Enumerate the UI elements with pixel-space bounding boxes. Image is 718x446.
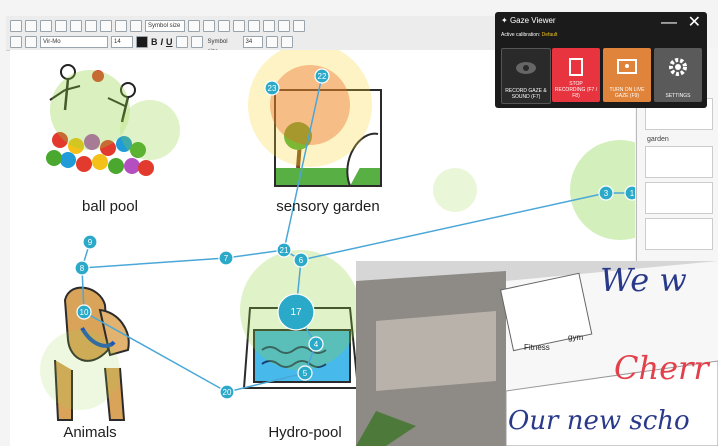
open-folder-icon[interactable] (25, 20, 37, 32)
gaze-fixation-marker: 23 (264, 80, 280, 96)
gaze-fixation-number: 4 (314, 340, 319, 349)
print-icon[interactable] (55, 20, 67, 32)
gaze-fixation-marker: 7 (218, 250, 234, 266)
live-gaze-icon (617, 59, 637, 74)
align-left-icon[interactable] (188, 20, 200, 32)
superscript-icon[interactable] (175, 36, 188, 48)
gaze-fixation-number: 22 (318, 72, 327, 81)
app-window: Symbol size Vir-Mo 14 B I U Symbol size … (0, 0, 718, 446)
gaze-fixation-number: 6 (299, 256, 304, 265)
gaze-fixation-marker: 17 (277, 293, 315, 331)
gaze-fixation-number: 5 (303, 369, 308, 378)
gaze-fixation-marker: 4 (308, 336, 324, 352)
photo-card-label: gym (568, 333, 584, 342)
paste-icon[interactable] (100, 20, 112, 32)
eye-icon (516, 62, 536, 74)
undo-icon[interactable] (115, 20, 127, 32)
editor-toolbar: Symbol size Vir-Mo 14 B I U Symbol size … (6, 16, 496, 55)
gaze-fixation-marker: 8 (74, 260, 90, 276)
new-document-icon[interactable] (10, 20, 22, 32)
gaze-fixation-marker: 10 (76, 304, 92, 320)
font-select[interactable]: Vir-Mo (40, 36, 108, 48)
italic-button[interactable]: I (161, 37, 164, 47)
symbol-label-hydro-pool: Hydro-pool (268, 424, 342, 441)
copy-icon[interactable] (85, 20, 97, 32)
gaze-fixation-number: 10 (80, 308, 89, 317)
underline-button[interactable]: U (166, 37, 173, 47)
symbol-size-label: Symbol size (207, 39, 228, 55)
symbol-label-animals: Animals (63, 424, 117, 441)
panel-label-garden: garden (647, 136, 669, 143)
font-size-select[interactable]: 14 (111, 36, 133, 48)
minimize-button[interactable]: — (661, 15, 677, 31)
symbol-size-value[interactable]: 34 (242, 36, 263, 48)
table-icon[interactable] (278, 20, 290, 32)
gaze-fixation-marker: 5 (297, 365, 313, 381)
calibration-label: Active calibration: (501, 32, 541, 38)
gaze-fixation-marker: 1 (624, 185, 635, 201)
gaze-fixation-marker: 22 (314, 68, 330, 84)
gaze-fixation-marker: 9 (82, 234, 98, 250)
gaze-fixation-number: 20 (223, 388, 232, 397)
calibration-value: Default (541, 32, 558, 38)
gaze-fixation-marker: 6 (293, 252, 309, 268)
webcam-photo-overlay: We w Cherr Our new scho Fitness gym (356, 261, 718, 446)
scanpath-line (81, 257, 227, 269)
gaze-fixation-number: 23 (268, 84, 277, 93)
record-gaze-button[interactable]: RECORD GAZE & SOUND (F7) (501, 48, 551, 104)
align-center-icon[interactable] (203, 20, 215, 32)
list-icon[interactable] (248, 20, 260, 32)
text-color-icon[interactable] (136, 36, 148, 48)
gaze-viewer-window: ✦ Gaze Viewer Active calibration: Defaul… (495, 12, 707, 108)
gaze-fixation-number: 8 (80, 264, 85, 273)
thumbnail-item[interactable] (645, 218, 713, 250)
stop-recording-button[interactable]: STOP RECORDING (F7 / F8) (552, 48, 600, 102)
gaze-fixation-marker: 21 (276, 242, 292, 258)
photo-board-text: Cherr (614, 349, 709, 387)
gaze-fixation-number: 17 (290, 307, 302, 318)
thumbnail-item[interactable] (645, 182, 713, 214)
scanpath-line (226, 372, 306, 393)
stop-icon (569, 58, 583, 76)
bold-button[interactable]: B (151, 37, 158, 47)
gaze-fixation-number: 7 (224, 254, 229, 263)
photo-card-label: Fitness (524, 343, 550, 352)
settings-button[interactable]: SETTINGS (654, 48, 702, 102)
gaze-fixation-marker: 3 (598, 185, 614, 201)
gaze-fixation-number: 1 (630, 189, 635, 198)
thumbnail-item[interactable] (645, 146, 713, 178)
scanpath-line (283, 75, 323, 251)
symbol-label-sensory-garden: sensory garden (276, 198, 380, 215)
brush-icon[interactable] (25, 36, 37, 48)
gaze-fixation-number: 3 (604, 189, 609, 198)
align-right-icon[interactable] (218, 20, 230, 32)
picture-icon[interactable] (265, 36, 278, 48)
scanpath-line (83, 311, 228, 393)
close-button[interactable]: ✕ (688, 15, 701, 31)
photo-board-text: Our new scho (508, 406, 690, 436)
justify-icon[interactable] (233, 20, 245, 32)
gaze-fixation-marker: 20 (219, 384, 235, 400)
gaze-fixation-number: 9 (88, 238, 93, 247)
redo-icon[interactable] (130, 20, 142, 32)
photo-board-text: We w (600, 261, 687, 299)
symbol-toggle-icon[interactable] (190, 36, 203, 48)
frame-icon[interactable] (280, 36, 293, 48)
symbol-size-select[interactable]: Symbol size (145, 20, 185, 32)
scanpath-line (225, 249, 285, 259)
live-gaze-button[interactable]: TURN ON LIVE GAZE (F9) (603, 48, 651, 102)
cut-icon[interactable] (70, 20, 82, 32)
pencil-icon[interactable] (10, 36, 22, 48)
symbol-label-ball-pool: ball pool (82, 198, 138, 215)
gear-icon (669, 58, 687, 76)
gaze-fixation-number: 21 (280, 246, 289, 255)
gaze-viewer-title: Gaze Viewer (509, 16, 556, 25)
grid-icon[interactable] (293, 20, 305, 32)
gaze-viewer-logo-icon: ✦ (501, 16, 508, 25)
save-icon[interactable] (40, 20, 52, 32)
indent-icon[interactable] (263, 20, 275, 32)
